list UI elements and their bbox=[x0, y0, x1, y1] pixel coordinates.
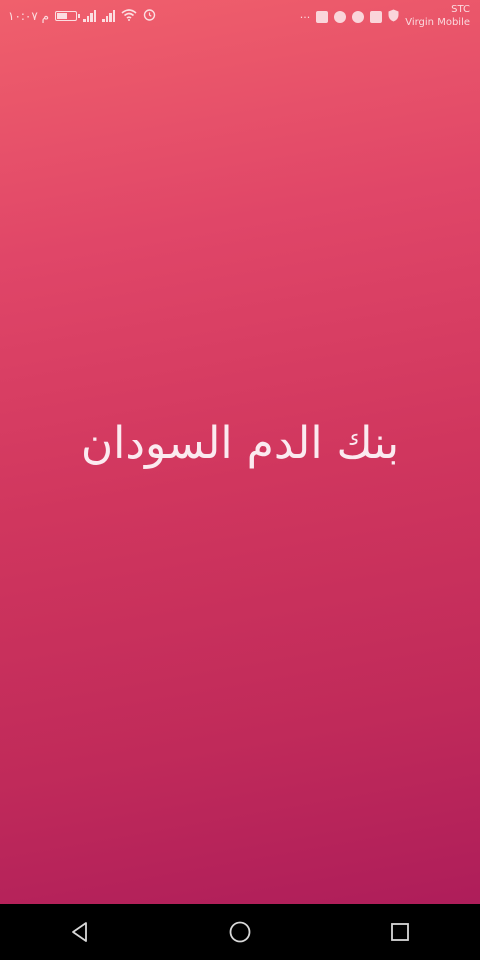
message-notification-icon bbox=[352, 11, 365, 23]
back-button[interactable] bbox=[50, 904, 110, 960]
home-icon bbox=[229, 921, 251, 943]
recents-icon bbox=[391, 923, 409, 941]
notification-icons: ··· bbox=[300, 9, 400, 25]
status-bar: م ١٠:٠٧ ··· STC Virgin Mobile bbox=[0, 0, 480, 34]
battery-fill bbox=[57, 13, 67, 19]
status-time: م ١٠:٠٧ bbox=[8, 9, 50, 23]
recents-button[interactable] bbox=[370, 904, 430, 960]
gallery-notification-icon bbox=[316, 11, 329, 23]
status-left-group: م ١٠:٠٧ bbox=[8, 8, 156, 24]
carrier-label: STC Virgin Mobile bbox=[405, 3, 470, 29]
more-notifications-icon: ··· bbox=[299, 10, 311, 24]
splash-screen: م ١٠:٠٧ ··· STC Virgin Mobile بنك الدم ا… bbox=[0, 0, 480, 960]
shield-icon bbox=[388, 9, 399, 25]
battery-icon bbox=[55, 11, 81, 21]
navigation-bar bbox=[0, 904, 480, 960]
home-button[interactable] bbox=[210, 904, 270, 960]
signal-icon-secondary bbox=[102, 10, 116, 22]
carrier-bottom: Virgin Mobile bbox=[405, 17, 470, 28]
signal-icon bbox=[83, 10, 97, 22]
back-icon bbox=[72, 922, 87, 942]
facebook-notification-icon bbox=[370, 11, 383, 23]
alarm-icon bbox=[143, 8, 156, 24]
status-right-group: ··· STC Virgin Mobile bbox=[300, 3, 470, 29]
splash-title: بنك الدم السودان bbox=[80, 418, 400, 469]
carrier-top: STC bbox=[451, 4, 470, 15]
wifi-icon bbox=[121, 8, 137, 24]
app-notification-icon bbox=[334, 11, 347, 23]
